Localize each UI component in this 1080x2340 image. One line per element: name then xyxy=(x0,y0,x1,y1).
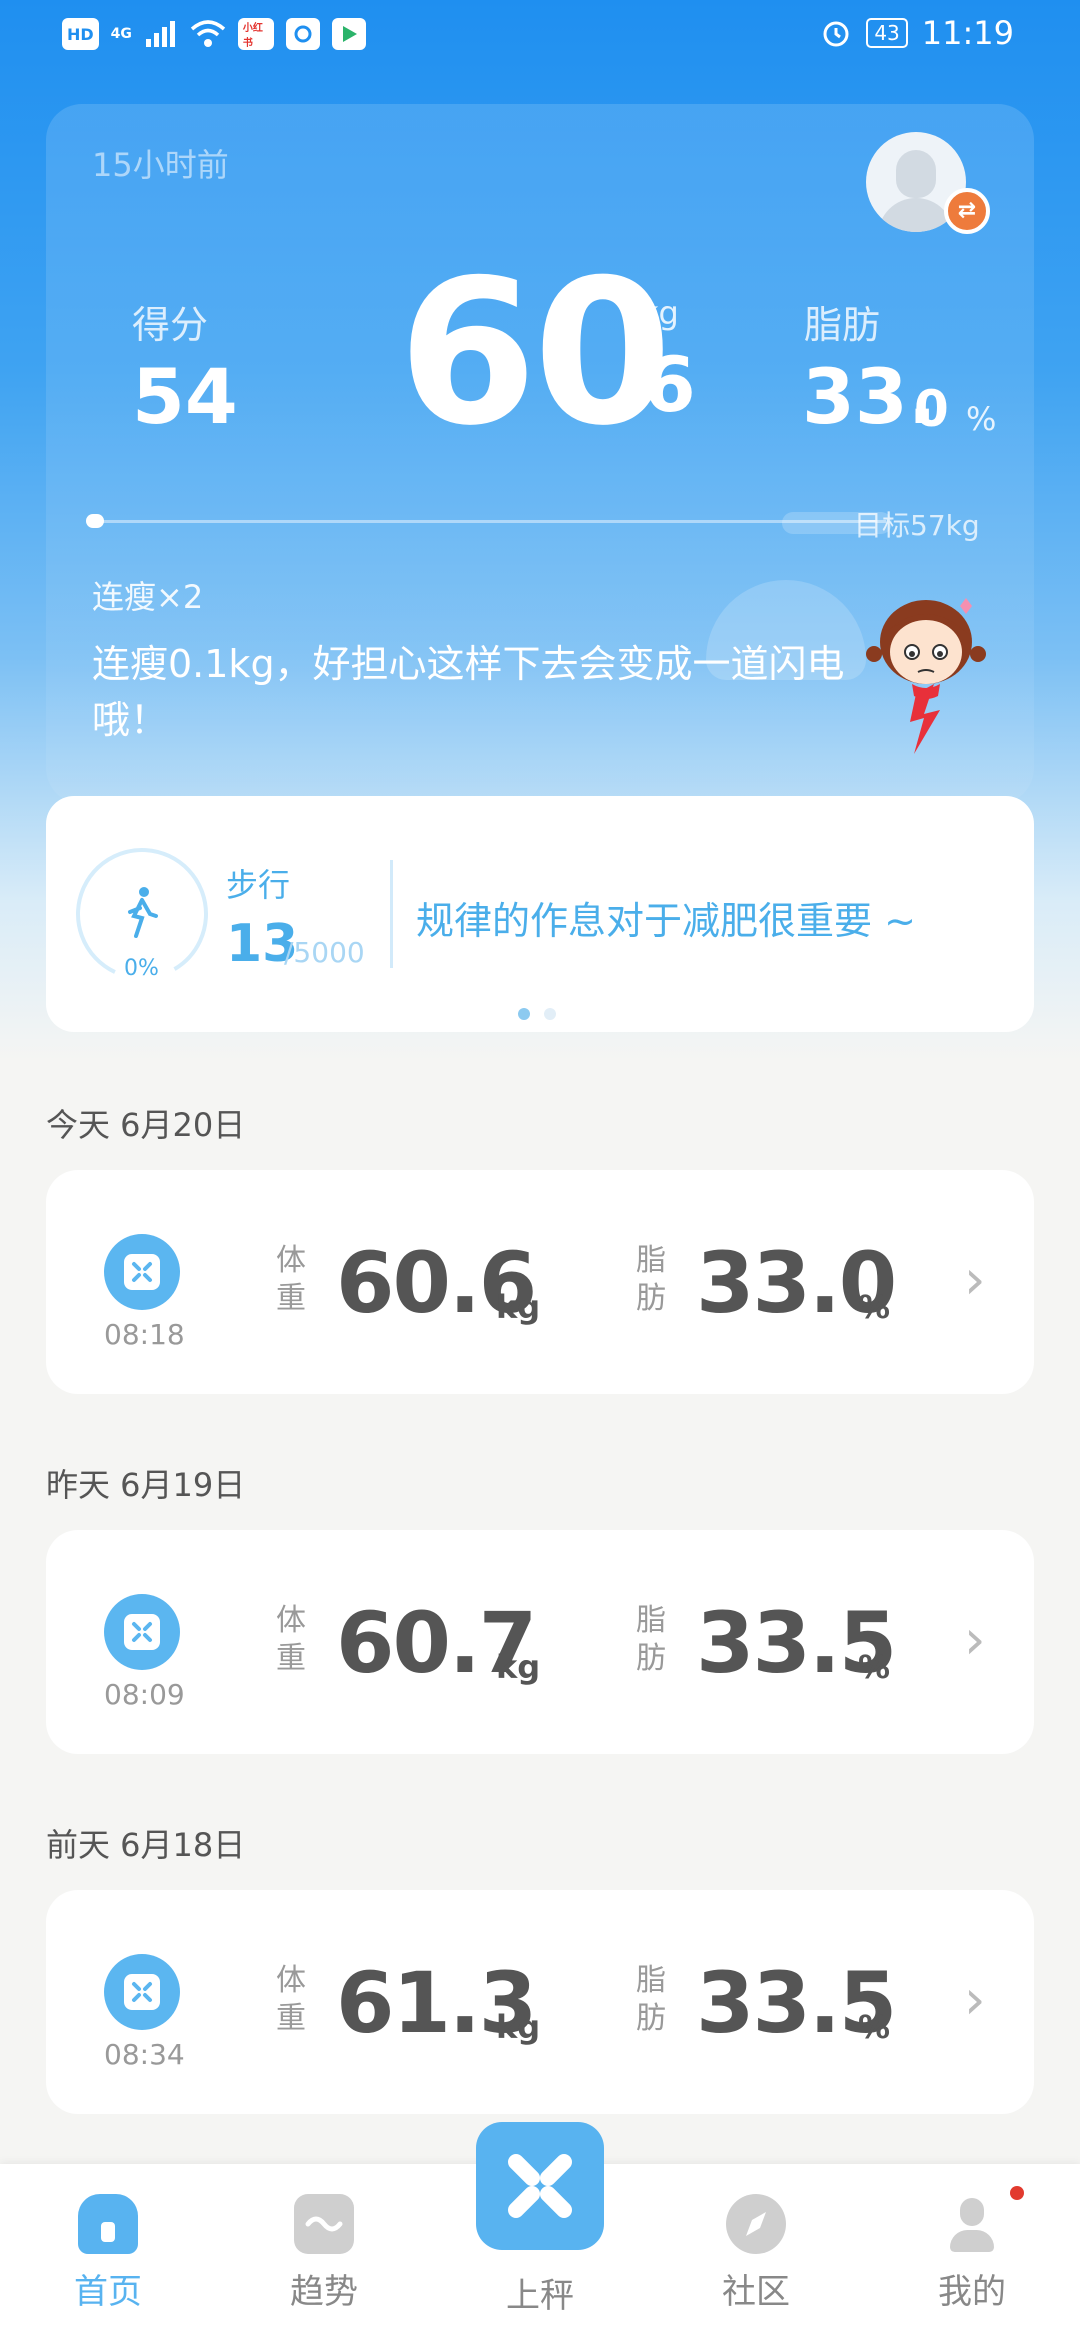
compass-icon xyxy=(726,2194,786,2254)
steps-label: 步行 xyxy=(226,866,291,904)
score-value: 54 xyxy=(132,352,238,441)
nav-trend-label: 趋势 xyxy=(290,2272,358,2312)
fat-label: 脂肪 xyxy=(636,1243,666,1316)
scale-icon xyxy=(104,1234,180,1310)
search-app-icon xyxy=(285,18,320,50)
weight-label: 体重 xyxy=(276,1603,306,1676)
chevron-right-icon[interactable]: › xyxy=(964,1248,986,1311)
record-card[interactable]: 08:09 体重 60.7 kg 脂肪 33.5 % › xyxy=(46,1530,1034,1754)
alarm-icon xyxy=(823,21,849,47)
mascot-girl-icon xyxy=(866,598,986,754)
nav-home[interactable]: 首页 xyxy=(48,2194,168,2313)
battery-indicator: 43 xyxy=(866,18,908,48)
clock: 11:19 xyxy=(921,14,1014,52)
hd-indicator: HD xyxy=(62,18,99,50)
weight-label: 体重 xyxy=(276,1963,306,2036)
notification-dot xyxy=(1010,2186,1024,2200)
steps-card[interactable]: 0% 步行 13 /5000 规律的作息对于减肥很重要 ~ xyxy=(46,796,1034,1032)
network-type: 4G xyxy=(110,26,132,42)
chevron-right-icon[interactable]: › xyxy=(964,1968,986,2031)
status-bar: HD 4G 小红书 43 11:19 xyxy=(0,0,1080,72)
video-app-icon xyxy=(331,18,366,50)
record-fat-unit: % xyxy=(858,1648,891,1686)
nav-community-label: 社区 xyxy=(722,2272,790,2312)
record-time: 08:34 xyxy=(104,2038,185,2071)
weight-summary-card[interactable]: 15小时前 ⇄ 得分 54 60 kg .6 脂肪 33. 0 % 目标57kg… xyxy=(46,104,1034,804)
record-card[interactable]: 08:34 体重 61.3 kg 脂肪 33.5 % › xyxy=(46,1890,1034,2114)
steps-tip: 规律的作息对于减肥很重要 ~ xyxy=(416,899,916,943)
record-card[interactable]: 08:18 体重 60.6 kg 脂肪 33.0 % › xyxy=(46,1170,1034,1394)
record-time: 08:18 xyxy=(104,1318,185,1351)
walking-icon xyxy=(128,887,158,938)
weight-label: 体重 xyxy=(276,1243,306,1316)
switch-user-icon[interactable]: ⇄ xyxy=(944,188,990,234)
day-header-yesterday: 昨天 6月19日 xyxy=(46,1466,246,1504)
record-time: 08:09 xyxy=(104,1678,185,1711)
nav-mine[interactable]: 我的 xyxy=(912,2194,1032,2313)
goal-text: 目标57kg xyxy=(854,509,980,542)
weight-unit: kg xyxy=(640,294,679,332)
last-measured-time: 15小时前 xyxy=(92,146,229,184)
home-icon xyxy=(78,2194,138,2254)
weigh-button[interactable] xyxy=(476,2122,604,2250)
nav-mine-label: 我的 xyxy=(938,2272,1006,2312)
signal-icon xyxy=(145,21,175,47)
steps-goal: /5000 xyxy=(284,936,365,969)
feedback-message: 连瘦0.1kg，好担心这样下去会变成一道闪电哦！ xyxy=(92,642,845,742)
xiaohongshu-app-icon: 小红书 xyxy=(237,18,274,50)
fat-label: 脂肪 xyxy=(636,1963,666,2036)
goal-progress-marker xyxy=(86,514,104,528)
streak-text: 连瘦×2 xyxy=(92,578,204,616)
scale-icon xyxy=(104,1594,180,1670)
record-weight-unit: kg xyxy=(496,2008,541,2046)
scale-icon xyxy=(104,1954,180,2030)
fat-label: 脂肪 xyxy=(804,303,881,347)
goal-progress-track xyxy=(90,520,886,523)
fat-decimal: 0 xyxy=(914,380,949,438)
divider xyxy=(390,860,393,968)
nav-trend[interactable]: 趋势 xyxy=(264,2194,384,2313)
record-weight-unit: kg xyxy=(496,1648,541,1686)
score-label: 得分 xyxy=(132,303,209,347)
day-header-today: 今天 6月20日 xyxy=(46,1106,246,1144)
wifi-icon xyxy=(190,20,226,47)
scale-icon xyxy=(508,2154,572,2218)
person-icon xyxy=(942,2194,1002,2254)
steps-percent: 0% xyxy=(124,956,159,981)
day-header-day-before: 前天 6月18日 xyxy=(46,1826,246,1864)
nav-community[interactable]: 社区 xyxy=(696,2194,816,2313)
pager-dot xyxy=(544,1008,556,1020)
chevron-right-icon[interactable]: › xyxy=(964,1608,986,1671)
record-weight-unit: kg xyxy=(496,1288,541,1326)
fat-label: 脂肪 xyxy=(636,1603,666,1676)
pager-dot-active xyxy=(518,1008,530,1020)
weigh-button-label: 上秤 xyxy=(506,2276,574,2316)
carousel-pager xyxy=(518,1008,556,1020)
weight-decimal: .6 xyxy=(614,340,696,429)
fat-unit: % xyxy=(966,400,997,438)
nav-home-label: 首页 xyxy=(74,2272,142,2312)
record-fat-unit: % xyxy=(858,1288,891,1326)
trend-icon xyxy=(294,2194,354,2254)
record-fat-unit: % xyxy=(858,2008,891,2046)
